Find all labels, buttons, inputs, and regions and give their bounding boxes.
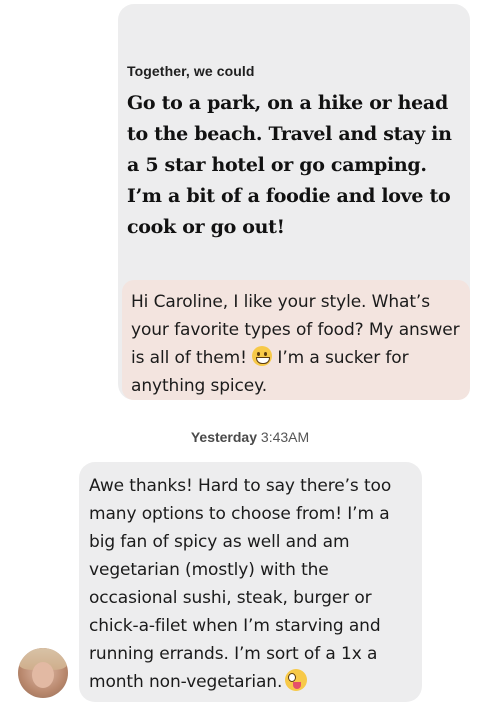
outgoing-reply-text: Hi Caroline, I like your style. What’s y… (131, 288, 471, 400)
prompt-label: Together, we could (127, 63, 255, 79)
timestamp-day: Yesterday (190, 429, 258, 445)
avatar[interactable] (18, 648, 68, 698)
incoming-message-body: Awe thanks! Hard to say there’s too many… (89, 476, 392, 692)
message-timestamp: Yesterday 3:43AM (0, 429, 500, 445)
timestamp-time: 3:43AM (260, 429, 310, 445)
incoming-message-text: Awe thanks! Hard to say there’s too many… (89, 472, 419, 696)
prompt-answer: Go to a park, on a hike or head to the b… (127, 92, 452, 238)
grinning-face-emoji-icon (252, 346, 273, 366)
zany-face-emoji-icon (285, 669, 308, 691)
avatar-face (32, 662, 54, 688)
